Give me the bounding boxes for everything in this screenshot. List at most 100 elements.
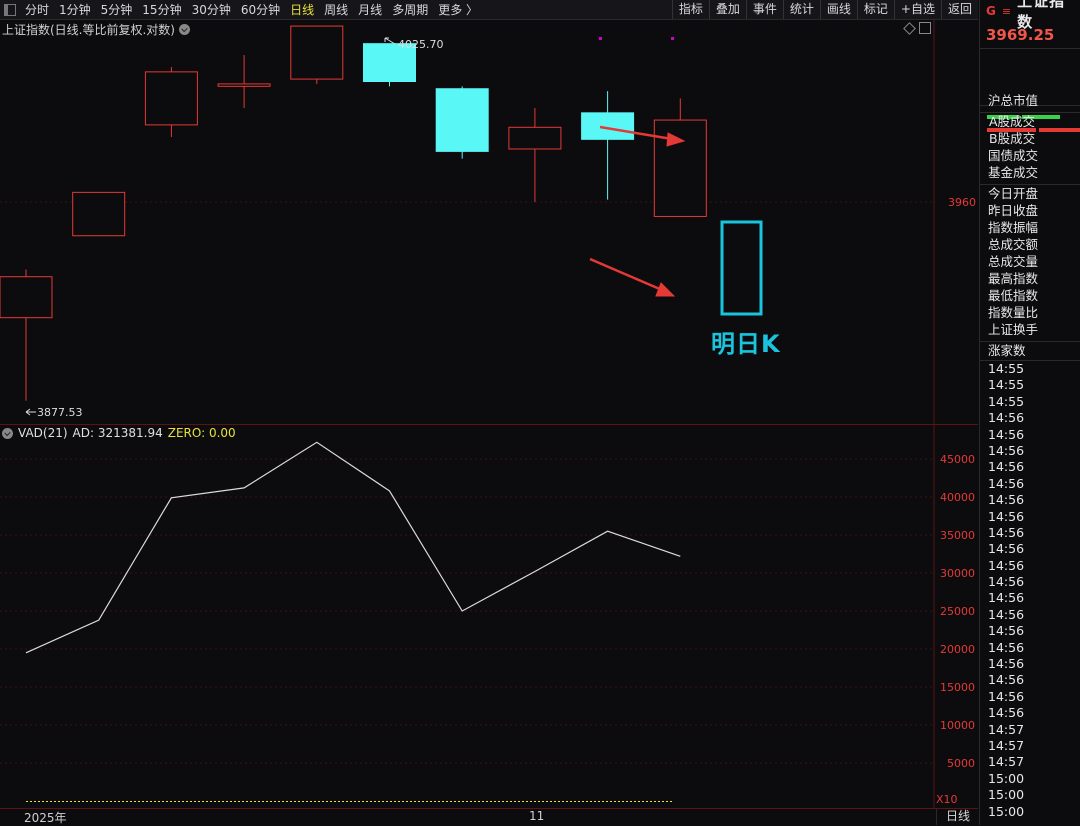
indicator-ad: AD: 321381.94 bbox=[72, 426, 163, 440]
candle-body bbox=[72, 191, 126, 237]
tick-time: 14:56 bbox=[988, 688, 1025, 704]
signal-dot bbox=[599, 37, 602, 40]
tick-time-list: 14:55 14:55 14:55 14:56 14:56 14:56 14:56 14:56… bbox=[980, 360, 1080, 820]
tick-time: 14:56 bbox=[988, 656, 1025, 672]
vad-line bbox=[25, 441, 681, 654]
tick-time: 15:00 bbox=[988, 787, 1025, 803]
chart-frame bbox=[0, 20, 978, 809]
arrow-lower bbox=[589, 257, 663, 292]
xaxis-month: 11 bbox=[529, 809, 545, 823]
indicator-tick-label: 35000 bbox=[940, 529, 975, 542]
tick-time: 14:56 bbox=[988, 606, 1025, 622]
field-total-mktcap: 沪总市值 bbox=[988, 93, 1039, 108]
field-today-open: 今日开盘 bbox=[980, 184, 1080, 202]
low-marker: 3877.53 bbox=[25, 406, 83, 419]
tick-time: 14:56 bbox=[988, 639, 1025, 655]
candle bbox=[0, 269, 53, 401]
candle bbox=[435, 86, 489, 159]
tick-time: 14:56 bbox=[988, 541, 1025, 557]
indicator-zero: ZERO: 0.00 bbox=[167, 426, 236, 440]
candle bbox=[290, 25, 344, 84]
tick-time: 14:56 bbox=[988, 410, 1025, 426]
chart-canvas[interactable]: 3960 5000 10000 15000 20000 25000 30000 35000 4… bbox=[0, 0, 978, 825]
tick-time: 14:57 bbox=[988, 721, 1025, 737]
field-amplitude: 指数振幅 bbox=[988, 220, 1039, 235]
tomorrow-k-label: 明日K bbox=[711, 330, 781, 358]
tick-time: 14:56 bbox=[988, 442, 1025, 458]
field-advancers: 涨家数 bbox=[980, 341, 1080, 359]
candle bbox=[508, 108, 562, 202]
candle-body bbox=[0, 276, 53, 319]
indicator-tick-label: 5000 bbox=[947, 757, 975, 770]
tick-time: 14:55 bbox=[988, 361, 1025, 376]
high-label: 4025.70 bbox=[398, 38, 444, 51]
price-axis: 3960 bbox=[948, 196, 976, 209]
field-a-share-turnover: A股成交 bbox=[980, 112, 1080, 130]
candle bbox=[72, 191, 126, 237]
tick-time: 14:55 bbox=[988, 393, 1025, 409]
arrow-lower-head bbox=[655, 282, 676, 297]
tick-time: 14:56 bbox=[988, 426, 1025, 442]
field-volume-ratio: 指数量比 bbox=[988, 305, 1039, 320]
field-b-share-turnover: B股成交 bbox=[989, 131, 1036, 146]
tick-time: 14:56 bbox=[988, 508, 1025, 524]
indicator-tick-label: 20000 bbox=[940, 643, 975, 656]
candle-body bbox=[508, 126, 562, 150]
low-label: 3877.53 bbox=[37, 406, 83, 419]
indicator-name: VAD(21) bbox=[18, 426, 68, 440]
field-turnover-rate: 上证换手 bbox=[988, 322, 1039, 337]
tick-time: 14:56 bbox=[988, 623, 1025, 639]
tick-time: 15:00 bbox=[988, 803, 1025, 819]
tick-time: 14:57 bbox=[988, 754, 1025, 770]
field-bond-turnover: 国债成交 bbox=[988, 148, 1039, 163]
candle-body bbox=[290, 25, 344, 80]
tick-time: 14:56 bbox=[988, 590, 1025, 606]
field-total-amount: 总成交额 bbox=[988, 237, 1039, 252]
field-prev-close: 昨日收盘 bbox=[988, 203, 1039, 218]
indicator-tick-label: 40000 bbox=[940, 491, 975, 504]
indicator-tick-label: 30000 bbox=[940, 567, 975, 580]
indicator-grid bbox=[0, 458, 934, 764]
quote-sidebar: G ≡ 上证指数 3969.25 沪总市值 A股成交 B股成交 国债成交 基金成… bbox=[979, 0, 1080, 825]
indicator-tick-label: 15000 bbox=[940, 681, 975, 694]
field-low: 最低指数 bbox=[988, 288, 1039, 303]
bottom-period-label[interactable]: 日线 bbox=[936, 808, 979, 825]
tick-time: 14:56 bbox=[988, 672, 1025, 688]
field-total-volume: 总成交量 bbox=[988, 254, 1039, 269]
field-fund-turnover: 基金成交 bbox=[988, 165, 1039, 180]
indicator-menu-icon[interactable] bbox=[2, 427, 13, 439]
sidebar-header: G ≡ 上证指数 bbox=[980, 0, 1080, 31]
candle bbox=[653, 98, 707, 217]
tick-time: 14:56 bbox=[988, 524, 1025, 540]
candle-body bbox=[435, 88, 489, 152]
tick-time: 14:56 bbox=[988, 705, 1025, 721]
indicator-tick-label: 10000 bbox=[940, 719, 975, 732]
candle bbox=[217, 54, 271, 109]
tick-time: 14:56 bbox=[988, 574, 1025, 590]
candle-body bbox=[144, 71, 198, 126]
candle-body bbox=[581, 112, 635, 140]
price-tick-label: 3960 bbox=[948, 196, 976, 209]
signal-dot bbox=[671, 37, 674, 40]
tick-time: 14:56 bbox=[988, 475, 1025, 491]
tick-time: 14:55 bbox=[988, 377, 1025, 393]
tomorrow-k-box bbox=[720, 220, 763, 316]
indicator-tick-label: 45000 bbox=[940, 453, 975, 466]
candle-body bbox=[217, 83, 271, 87]
indicator-axis: 5000 10000 15000 20000 25000 30000 35000 40000 4… bbox=[940, 453, 975, 770]
candles bbox=[0, 25, 707, 401]
candle bbox=[144, 67, 198, 137]
indicator-multiplier: X10 bbox=[936, 793, 958, 806]
xaxis-year: 2025年 bbox=[24, 811, 67, 825]
tick-time: 14:56 bbox=[988, 492, 1025, 508]
menu-icon[interactable]: ≡ bbox=[1002, 5, 1011, 18]
g-icon[interactable]: G bbox=[986, 4, 996, 18]
tick-time: 15:00 bbox=[988, 770, 1025, 786]
indicator-title: VAD(21) AD: 321381.94 ZERO: 0.00 bbox=[2, 426, 236, 440]
tick-time: 14:56 bbox=[988, 459, 1025, 475]
candle-body bbox=[653, 119, 707, 217]
tick-time: 14:56 bbox=[988, 557, 1025, 573]
field-high: 最高指数 bbox=[988, 271, 1039, 286]
indicator-tick-label: 25000 bbox=[940, 605, 975, 618]
tick-time: 14:57 bbox=[988, 737, 1025, 753]
